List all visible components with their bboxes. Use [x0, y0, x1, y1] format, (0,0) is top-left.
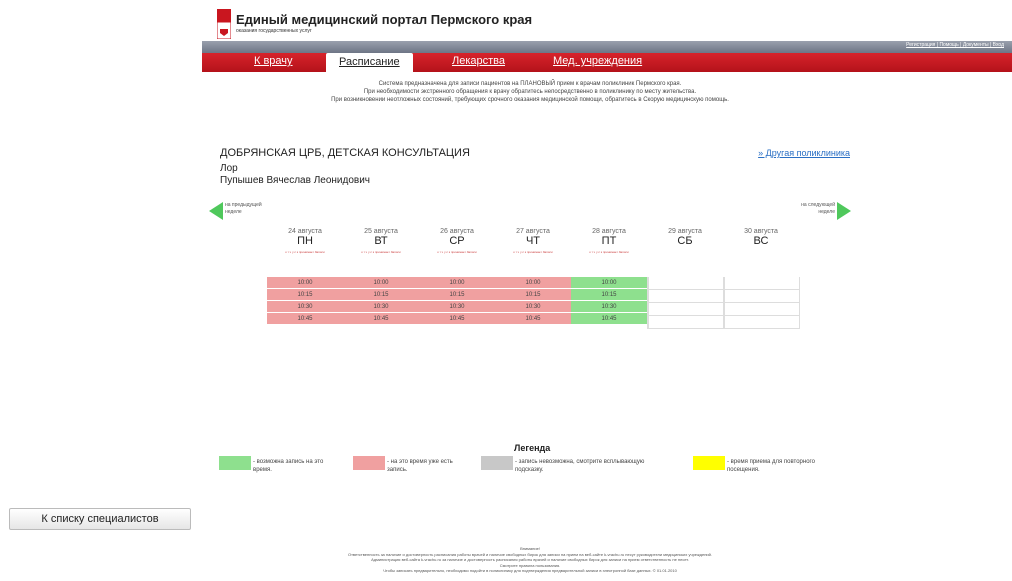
time-slot[interactable]: 10:15: [267, 289, 343, 301]
legend-title: Легенда: [514, 443, 551, 453]
legend-text: - возможна запись на это время.: [253, 459, 324, 473]
day-weekday: ВС: [753, 235, 769, 247]
legend-swatch-booked: [353, 456, 385, 470]
next-week-link[interactable]: на следующей неделе: [787, 202, 835, 216]
empty-slot: [648, 316, 724, 329]
day-header: 28 августа ПТ к т ч у с к принимает Запи…: [571, 228, 647, 254]
time-slot[interactable]: 10:45: [343, 313, 419, 325]
empty-slot: [648, 290, 724, 303]
day-header: 30 августа ВС: [723, 228, 799, 247]
day-weekday: ВТ: [374, 235, 388, 247]
empty-slot: [648, 277, 724, 290]
day-header: 24 августа ПН к т ч у с к принимает Запи…: [267, 228, 343, 254]
prev-week-link[interactable]: на предыдущей неделе: [225, 202, 275, 216]
time-slot[interactable]: 10:30: [343, 301, 419, 313]
day-weekday: СР: [449, 235, 465, 247]
time-slot[interactable]: 10:00: [495, 277, 571, 289]
time-slot[interactable]: 10:30: [495, 301, 571, 313]
specialty: Лор: [220, 163, 238, 174]
empty-slot: [648, 303, 724, 316]
notice-line: При возникновении неотложных состояний, …: [331, 97, 729, 103]
day-note: к т ч у с к принимает Записи: [361, 250, 401, 254]
day-column: 10:00 10:15 10:30 10:45: [267, 277, 343, 325]
top-bar: [202, 41, 1012, 53]
day-weekday: СБ: [677, 235, 693, 247]
time-slot[interactable]: 10:45: [419, 313, 495, 325]
top-links[interactable]: Регистрация | Помощь | Документы | Вход: [906, 42, 1004, 48]
time-slot[interactable]: 10:30: [267, 301, 343, 313]
day-header: 25 августа ВТ к т ч у с к принимает Запи…: [343, 228, 419, 254]
clinic-name: ДОБРЯНСКАЯ ЦРБ, ДЕТСКАЯ КОНСУЛЬТАЦИЯ: [220, 147, 470, 159]
notice-line: При необходимости экстренного обращения …: [363, 89, 697, 95]
day-date: 29 августа: [668, 228, 702, 235]
prev-week-arrow-icon[interactable]: [209, 202, 223, 220]
day-date: 30 августа: [744, 228, 778, 235]
time-slot-available[interactable]: 10:00: [571, 277, 647, 289]
legend-swatch-unavailable: [481, 456, 513, 470]
day-date: 27 августа: [516, 228, 550, 235]
time-slot-available[interactable]: 10:30: [571, 301, 647, 313]
time-slot-available[interactable]: 10:45: [571, 313, 647, 325]
next-week-arrow-icon[interactable]: [837, 202, 851, 220]
time-slot[interactable]: 10:15: [495, 289, 571, 301]
day-date: 28 августа: [592, 228, 626, 235]
day-header: 27 августа ЧТ к т ч у с к принимает Запи…: [495, 228, 571, 254]
day-header: 26 августа СР к т ч у с к принимает Запи…: [419, 228, 495, 254]
day-note: к т ч у с к принимает Записи: [589, 250, 629, 254]
portal-title: Единый медицинский портал Пермского края: [236, 12, 533, 27]
legend-text: - время приема для повторного посещения.: [727, 459, 815, 473]
day-header: 29 августа СБ: [647, 228, 723, 247]
legend-swatch-available: [219, 456, 251, 470]
day-column: [723, 277, 800, 329]
footer-disclaimer: Внимание! Ответственность за наличие и д…: [200, 546, 860, 574]
portal-subtitle: оказания государственных услуг: [236, 28, 312, 34]
time-slot[interactable]: 10:00: [343, 277, 419, 289]
day-weekday: ПН: [297, 235, 313, 247]
back-to-specialists-button[interactable]: К списку специалистов: [9, 508, 191, 530]
time-slot-available[interactable]: 10:15: [571, 289, 647, 301]
notice-text: Система предназначена для записи пациент…: [270, 80, 790, 104]
portal-logo: [217, 9, 231, 39]
footer-line: Чтобы записать предварительно, необходим…: [383, 568, 677, 573]
day-column: 10:00 10:15 10:30 10:45: [343, 277, 419, 325]
time-slot[interactable]: 10:45: [267, 313, 343, 325]
time-slot[interactable]: 10:00: [267, 277, 343, 289]
time-slot[interactable]: 10:00: [419, 277, 495, 289]
other-clinic-link[interactable]: » Другая поликлиника: [758, 148, 850, 158]
day-column: 10:00 10:15 10:30 10:45: [419, 277, 495, 325]
time-slot[interactable]: 10:45: [495, 313, 571, 325]
nav-item-doctor[interactable]: К врачу: [254, 55, 293, 67]
day-note: к т ч у с к принимает Записи: [513, 250, 553, 254]
day-column: [647, 277, 724, 329]
day-note: к т ч у с к принимает Записи: [437, 250, 477, 254]
nav-item-schedule[interactable]: Расписание: [326, 53, 413, 72]
day-column: 10:00 10:15 10:30 10:45: [495, 277, 571, 325]
day-weekday: ЧТ: [525, 235, 541, 247]
legend-text: - запись невозможна, смотрите всплывающу…: [515, 459, 645, 473]
day-date: 26 августа: [440, 228, 474, 235]
day-note: к т ч у с к принимает Записи: [285, 250, 325, 254]
day-date: 25 августа: [364, 228, 398, 235]
notice-line: Система предназначена для записи пациент…: [378, 81, 682, 87]
empty-slot: [724, 316, 800, 329]
empty-slot: [724, 290, 800, 303]
day-weekday: ПТ: [601, 235, 617, 247]
doctor-name: Пупышев Вячеслав Леонидович: [220, 175, 370, 186]
nav-item-institutions[interactable]: Мед. учреждения: [553, 55, 642, 67]
legend-swatch-repeat: [693, 456, 725, 470]
legend-text: - на это время уже есть запись.: [387, 459, 453, 473]
time-slot[interactable]: 10:15: [343, 289, 419, 301]
time-slot[interactable]: 10:30: [419, 301, 495, 313]
day-date: 24 августа: [288, 228, 322, 235]
time-slot[interactable]: 10:15: [419, 289, 495, 301]
empty-slot: [724, 277, 800, 290]
day-column: 10:00 10:15 10:30 10:45: [571, 277, 647, 325]
nav-item-medicines[interactable]: Лекарства: [452, 55, 505, 67]
empty-slot: [724, 303, 800, 316]
